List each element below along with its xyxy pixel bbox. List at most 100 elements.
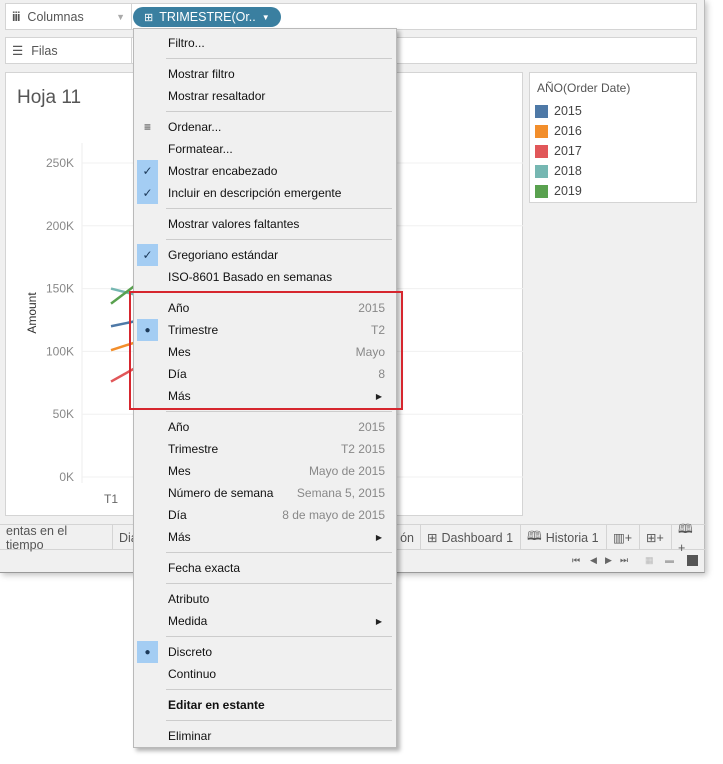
x-tick-label: T1 <box>104 492 118 506</box>
expand-icon[interactable]: ⊞ <box>144 11 153 24</box>
y-tick-label: 0K <box>59 470 74 484</box>
columns-shelf[interactable]: iii Columnas ▼ <box>5 3 697 30</box>
legend-swatch <box>535 124 548 138</box>
menu-item-año[interactable]: Año 2015 <box>134 416 396 438</box>
sort-icon: ≡ <box>143 120 151 134</box>
chevron-down-icon[interactable]: ▼ <box>116 12 125 22</box>
rows-icon: ☰ <box>12 44 24 58</box>
check-icon: ✓ <box>137 244 158 266</box>
y-tick-label: 100K <box>46 344 74 358</box>
first-page-icon[interactable]: ⏮ <box>572 555 580 566</box>
y-axis-label: Amount <box>25 292 39 334</box>
menu-item-atributo[interactable]: Atributo <box>134 588 396 610</box>
tab-dia[interactable]: Dia <box>113 525 138 550</box>
legend-swatch <box>535 104 548 118</box>
menu-item-formatear[interactable]: Formatear... <box>134 138 396 160</box>
last-page-icon[interactable]: ⏭ <box>620 555 628 566</box>
check-icon: ✓ <box>137 160 158 182</box>
dashboard-icon: ⊞ <box>427 531 438 545</box>
menu-separator <box>134 579 396 588</box>
menu-item-medida[interactable]: Medida ▶ <box>134 610 396 632</box>
y-tick-label: 200K <box>46 219 74 233</box>
legend-item[interactable]: 2017 <box>535 144 582 158</box>
submenu-arrow-icon: ▶ <box>375 532 382 542</box>
menu-item-label: Mostrar filtro <box>168 67 235 81</box>
y-tick-label: 50K <box>53 407 74 421</box>
menu-item-mostrar-encabezado[interactable]: ✓ Mostrar encabezado <box>134 160 396 182</box>
menu-item-gregoriano-estándar[interactable]: ✓ Gregoriano estándar <box>134 244 396 266</box>
bullet-icon: ● <box>137 641 158 663</box>
tab-historia-1[interactable]: 🕮 Historia 1 <box>521 525 607 550</box>
new-story-button[interactable]: 🕮+ <box>672 522 705 555</box>
chevron-down-icon[interactable]: ▼ <box>262 13 270 22</box>
legend-label: 2015 <box>554 104 582 118</box>
menu-item-filtro[interactable]: Filtro... <box>134 32 396 54</box>
menu-item-label: Mostrar resaltador <box>168 89 266 103</box>
submenu-arrow-icon: ▶ <box>375 616 382 626</box>
menu-item-mostrar-resaltador[interactable]: Mostrar resaltador <box>134 85 396 107</box>
menu-item-fecha-exacta[interactable]: Fecha exacta <box>134 557 396 579</box>
menu-item-mostrar-valores-faltantes[interactable]: Mostrar valores faltantes <box>134 213 396 235</box>
menu-item-día[interactable]: Día 8 de mayo de 2015 <box>134 504 396 526</box>
menu-item-label: Fecha exacta <box>168 561 241 575</box>
menu-item-label: Continuo <box>168 667 217 681</box>
legend-title: AÑO(Order Date) <box>537 81 631 95</box>
menu-item-label: Día <box>168 508 187 522</box>
y-tick-label: 150K <box>46 282 74 296</box>
tab-ventas-en-el-tiempo[interactable]: entas en el tiempo <box>0 524 113 552</box>
menu-item-label: Incluir en descripción emergente <box>168 186 342 200</box>
rows-label: Filas <box>31 43 58 58</box>
menu-separator <box>134 204 396 213</box>
y-tick-label: 250K <box>46 156 74 170</box>
menu-separator <box>134 548 396 557</box>
legend-label: 2017 <box>554 144 582 158</box>
menu-item-label: Gregoriano estándar <box>168 248 279 262</box>
story-icon: 🕮 <box>527 529 542 543</box>
check-icon: ✓ <box>137 182 158 204</box>
menu-item-trimestre[interactable]: Trimestre T2 2015 <box>134 438 396 460</box>
legend-swatch <box>535 144 548 158</box>
menu-item-incluir-en-descripción-emergente[interactable]: ✓ Incluir en descripción emergente <box>134 182 396 204</box>
tab-view-icon[interactable] <box>687 555 698 566</box>
menu-item-label: ISO-8601 Basado en semanas <box>168 270 333 284</box>
menu-item-iso-8601-basado-en-semanas[interactable]: ISO-8601 Basado en semanas <box>134 266 396 288</box>
legend-item[interactable]: 2016 <box>535 124 582 138</box>
legend-item[interactable]: 2015 <box>535 104 582 118</box>
new-worksheet-button[interactable]: ▥+ <box>607 525 640 550</box>
menu-item-número-de-semana[interactable]: Número de semana Semana 5, 2015 <box>134 482 396 504</box>
next-page-icon[interactable]: ▶ <box>605 555 612 566</box>
legend-item[interactable]: 2018 <box>535 164 582 178</box>
menu-item-ordenar[interactable]: ≡ Ordenar... <box>134 116 396 138</box>
menu-item-continuo[interactable]: Continuo <box>134 663 396 685</box>
menu-item-label: Medida <box>168 614 208 628</box>
trimestre-pill[interactable]: ⊞ TRIMESTRE(Or.. ▼ <box>133 7 281 27</box>
menu-item-label: Mostrar valores faltantes <box>168 217 300 231</box>
filmstrip-view-icon[interactable]: ▬ <box>665 555 674 565</box>
new-dashboard-button[interactable]: ⊞+ <box>640 525 672 550</box>
tab-dashboard-1[interactable]: ⊞ Dashboard 1 <box>421 525 521 550</box>
menu-separator <box>134 54 396 63</box>
prev-page-icon[interactable]: ◀ <box>590 555 597 566</box>
color-legend: AÑO(Order Date) 2015 2016 2017 2018 2019 <box>529 72 697 203</box>
menu-item-hint: Semana 5, 2015 <box>296 486 385 500</box>
legend-label: 2019 <box>554 184 582 198</box>
menu-separator <box>134 685 396 694</box>
legend-label: 2018 <box>554 164 582 178</box>
menu-item-mes[interactable]: Mes Mayo de 2015 <box>134 460 396 482</box>
legend-item[interactable]: 2019 <box>535 184 582 198</box>
grid-view-icon[interactable]: ▦ <box>645 555 654 566</box>
menu-item-label: Mostrar encabezado <box>168 164 278 178</box>
menu-item-label: Más <box>168 530 191 544</box>
menu-item-más[interactable]: Más ▶ <box>134 526 396 548</box>
columns-icon: iii <box>12 9 20 24</box>
menu-item-label: Ordenar... <box>168 120 222 134</box>
menu-item-discreto[interactable]: ● Discreto <box>134 641 396 663</box>
menu-item-hint: 8 de mayo de 2015 <box>282 508 385 522</box>
menu-item-hint: 2015 <box>358 420 385 434</box>
menu-item-editar-en-estante[interactable]: Editar en estante <box>134 694 396 716</box>
menu-item-mostrar-filtro[interactable]: Mostrar filtro <box>134 63 396 85</box>
menu-item-label: Editar en estante <box>168 698 265 712</box>
menu-item-hint: Mayo de 2015 <box>308 464 385 478</box>
menu-separator <box>134 716 396 725</box>
menu-item-eliminar[interactable]: Eliminar <box>134 725 396 747</box>
